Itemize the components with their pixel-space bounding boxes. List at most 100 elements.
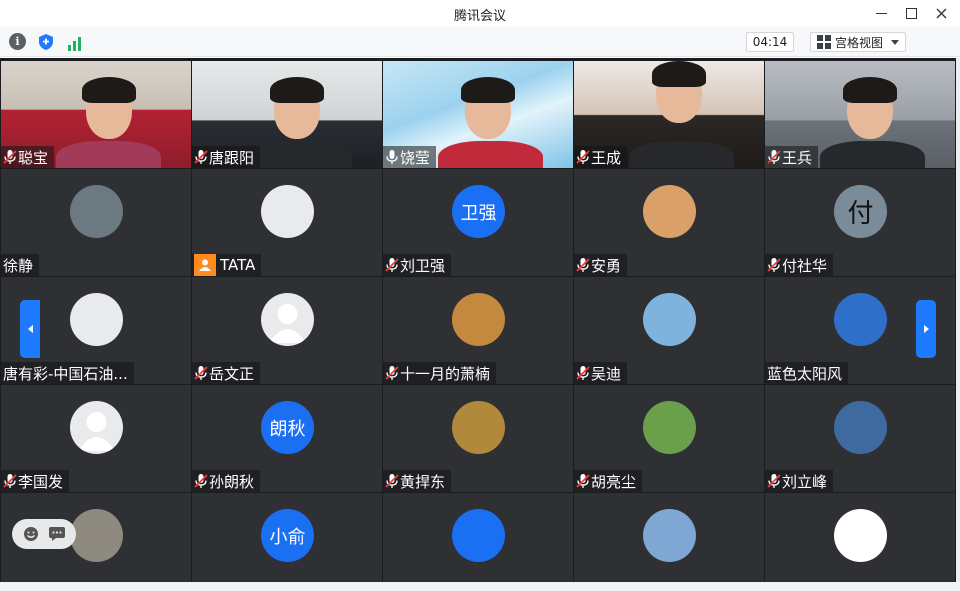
avatar-photo — [261, 185, 314, 238]
mic-muted-icon — [385, 257, 399, 273]
shield-icon[interactable] — [37, 33, 55, 51]
previous-page-button[interactable] — [20, 300, 40, 358]
close-icon — [936, 8, 946, 18]
maximize-button[interactable] — [896, 2, 926, 24]
grid-view-icon — [817, 35, 831, 49]
participant-hair — [82, 77, 136, 103]
participant-name: 胡亮尘 — [591, 472, 637, 491]
participant-tile[interactable]: 王兵 — [765, 61, 955, 168]
participant-face — [270, 77, 324, 139]
participant-tile[interactable]: 唐跟阳 — [192, 61, 382, 168]
participant-tile[interactable] — [383, 493, 573, 582]
avatar-photo — [643, 401, 696, 454]
participant-face — [82, 77, 136, 139]
chat-widget[interactable] — [12, 519, 76, 549]
participant-name-label: 蓝色太阳风 — [765, 362, 849, 384]
mic-muted-icon — [576, 257, 590, 273]
participant-name: TATA — [220, 256, 256, 274]
participant-tile[interactable]: 朗秋 孙朗秋 — [192, 385, 382, 492]
participant-name: 安勇 — [591, 256, 622, 275]
participant-name-label: 饶莹 — [383, 146, 437, 168]
participant-name-label: 黄捍东 — [383, 470, 452, 492]
mic-icon — [385, 149, 399, 165]
participant-face — [461, 77, 515, 139]
participant-tile[interactable]: 吴迪 — [574, 277, 764, 384]
participant-name: 王兵 — [782, 148, 813, 167]
participant-name-label: 吴迪 — [574, 362, 628, 384]
participant-face — [843, 77, 897, 139]
info-icon[interactable]: i — [9, 33, 26, 50]
avatar-photo — [834, 293, 887, 346]
participant-name-label: 唐跟阳 — [192, 146, 261, 168]
mic-muted-icon — [576, 473, 590, 489]
participant-body — [247, 141, 352, 168]
window-title: 腾讯会议 — [453, 9, 506, 24]
avatar-initials: 朗秋 — [261, 401, 314, 454]
participant-body — [438, 141, 543, 168]
participant-name: 孙朗秋 — [209, 472, 255, 491]
participant-name: 刘卫强 — [400, 256, 446, 275]
participant-body — [56, 141, 161, 168]
mic-muted-icon — [385, 473, 399, 489]
participant-tile[interactable]: 徐静 — [1, 169, 191, 276]
signal-icon[interactable] — [65, 33, 83, 51]
participant-name: 刘立峰 — [782, 472, 828, 491]
mic-muted-icon — [767, 149, 781, 165]
participant-name: 饶莹 — [400, 148, 431, 167]
meeting-window: 腾讯会议 i 04:14 宫格视图 聪宝 唐跟阳 饶莹 王成 王兵 徐静 TATA 卫强 刘卫强… — [0, 0, 960, 591]
mic-muted-icon — [194, 365, 208, 381]
participant-tile[interactable]: 安勇 — [574, 169, 764, 276]
participant-tile[interactable]: TATA — [192, 169, 382, 276]
participant-name-label: 聪宝 — [1, 146, 55, 168]
emoji-icon[interactable] — [23, 526, 39, 542]
participant-tile[interactable]: 小俞 — [192, 493, 382, 582]
participant-tile[interactable]: 胡亮尘 — [574, 385, 764, 492]
default-avatar-icon — [261, 293, 314, 346]
mic-muted-icon — [385, 365, 399, 381]
participant-tile[interactable]: 付付社华 — [765, 169, 955, 276]
participant-tile[interactable]: 岳文正 — [192, 277, 382, 384]
avatar-photo — [834, 401, 887, 454]
participant-tile[interactable]: 饶莹 — [383, 61, 573, 168]
chat-bubble-icon[interactable] — [48, 526, 66, 542]
avatar-photo — [834, 509, 887, 562]
participant-tile[interactable]: 李国发 — [1, 385, 191, 492]
mic-muted-icon — [767, 473, 781, 489]
participant-name-label: 孙朗秋 — [192, 470, 261, 492]
avatar-photo — [643, 185, 696, 238]
minimize-button[interactable] — [866, 2, 896, 24]
avatar-photo — [452, 509, 505, 562]
grid-scroll-track[interactable] — [956, 58, 960, 582]
participant-tile[interactable]: 刘立峰 — [765, 385, 955, 492]
mic-muted-icon — [3, 149, 17, 165]
title-bar: 腾讯会议 — [0, 0, 960, 27]
close-button[interactable] — [926, 2, 956, 24]
participant-name-label: 李国发 — [1, 470, 70, 492]
participant-tile[interactable]: 王成 — [574, 61, 764, 168]
participant-name: 吴迪 — [591, 364, 622, 383]
mic-muted-icon — [576, 149, 590, 165]
participant-name: 十一月的萧楠 — [400, 364, 491, 383]
participant-hair — [270, 77, 324, 103]
participant-name-label: 安勇 — [574, 254, 628, 276]
bottom-strip — [0, 582, 960, 591]
participant-tile[interactable] — [574, 493, 764, 582]
view-mode-dropdown[interactable]: 宫格视图 — [810, 32, 906, 52]
participant-name-label: 岳文正 — [192, 362, 261, 384]
participant-tile[interactable]: 聪宝 — [1, 61, 191, 168]
participant-name-label: TATA — [192, 254, 262, 276]
avatar-photo — [643, 509, 696, 562]
participant-hair — [652, 61, 706, 87]
participant-name: 唐有彩-中国石油... — [3, 364, 128, 383]
next-page-button[interactable] — [916, 300, 936, 358]
participant-body — [820, 141, 925, 168]
avatar-photo — [452, 401, 505, 454]
mic-muted-icon — [576, 365, 590, 381]
participant-name: 岳文正 — [209, 364, 255, 383]
participant-tile[interactable]: 十一月的萧楠 — [383, 277, 573, 384]
avatar-photo — [70, 293, 123, 346]
participant-tile[interactable]: 卫强 刘卫强 — [383, 169, 573, 276]
participant-tile[interactable]: 黄捍东 — [383, 385, 573, 492]
participant-name-label: 刘卫强 — [383, 254, 452, 276]
participant-tile[interactable] — [765, 493, 955, 582]
